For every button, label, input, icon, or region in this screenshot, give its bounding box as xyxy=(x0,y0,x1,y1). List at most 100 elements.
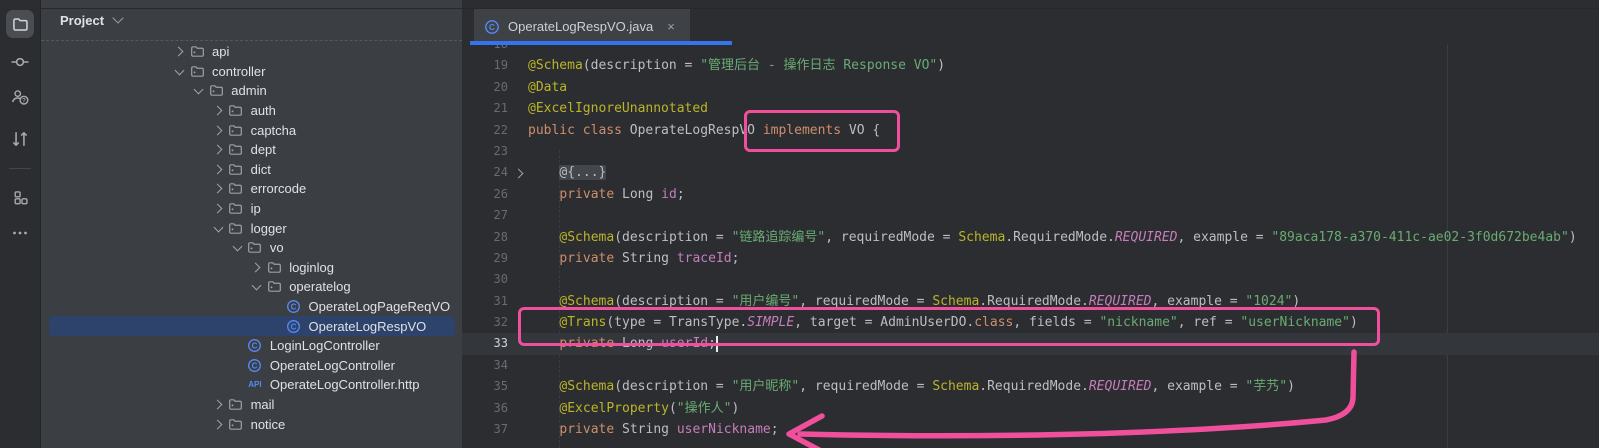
line-number[interactable]: 21 xyxy=(462,98,508,119)
folded-region-chip[interactable]: @{...} xyxy=(559,165,606,180)
line-number[interactable]: 28 xyxy=(462,227,508,248)
folder-icon xyxy=(228,396,244,412)
tree-item-mail[interactable]: mail xyxy=(49,395,455,415)
tree-item-operatelogcontroller-http[interactable]: APIOperateLogController.http xyxy=(49,375,455,395)
tab-operatelogrespvo[interactable]: C OperateLogRespVO.java × xyxy=(474,8,690,45)
chevron-down-icon[interactable] xyxy=(232,242,242,252)
stripe-divider xyxy=(9,168,31,169)
line-number[interactable]: 31 xyxy=(462,291,508,312)
line-number[interactable]: 27 xyxy=(462,205,508,226)
code-line-21[interactable]: 21 @ExcelIgnoreUnannotated xyxy=(462,98,1599,119)
code-line-28[interactable]: 28@Schema(description = "链路追踪编号", requir… xyxy=(462,227,1599,248)
tree-item-operatelogcontroller[interactable]: COperateLogController xyxy=(49,356,455,376)
code-line-23[interactable]: 23 xyxy=(462,141,1599,162)
code-text: private String traceId; xyxy=(528,248,1599,269)
chevron-right-icon[interactable] xyxy=(212,419,222,429)
svg-text:C: C xyxy=(252,342,258,351)
code-with-me-icon[interactable]: ? xyxy=(6,83,34,111)
chevron-right-icon[interactable] xyxy=(212,400,222,410)
commit-icon[interactable] xyxy=(6,48,34,76)
tree-item-dept[interactable]: dept xyxy=(49,140,455,160)
chevron-right-icon[interactable] xyxy=(212,125,222,135)
editor-tab-bar: C OperateLogRespVO.java × xyxy=(462,0,1599,45)
chevron-down-icon[interactable] xyxy=(252,281,262,291)
chevron-right-icon[interactable] xyxy=(212,204,222,214)
line-number[interactable]: 34 xyxy=(462,355,508,376)
chevron-down-icon[interactable] xyxy=(175,65,185,75)
tree-item-auth[interactable]: auth xyxy=(49,101,455,121)
line-number[interactable]: 24 xyxy=(462,162,508,183)
code-line-29[interactable]: 29 private String traceId; xyxy=(462,248,1599,269)
tree-item-operatelog[interactable]: operatelog xyxy=(49,277,455,297)
code-line-32[interactable]: 32@Trans(type = TransType.SIMPLE, target… xyxy=(462,312,1599,333)
tree-item-logger[interactable]: logger xyxy=(49,218,455,238)
code-line-35[interactable]: 35@Schema(description = "用户昵称", required… xyxy=(462,376,1599,397)
tree-item-loginlogcontroller[interactable]: C LoginLogController xyxy=(49,336,455,356)
chevron-right-icon[interactable] xyxy=(212,145,222,155)
code-line-34[interactable]: 34 xyxy=(462,355,1599,376)
line-number[interactable]: 20 xyxy=(462,77,508,98)
code-line-27[interactable]: 27 xyxy=(462,205,1599,226)
code-line-22[interactable]: 22public class OperateLogRespVO implemen… xyxy=(462,120,1599,141)
chevron-right-icon[interactable] xyxy=(251,262,261,272)
chevron-right-icon[interactable] xyxy=(212,106,222,116)
folder-icon xyxy=(189,44,205,60)
code-text: @ExcelIgnoreUnannotated xyxy=(528,98,1599,119)
tree-item-vo[interactable]: vo xyxy=(49,238,455,258)
code-line-26[interactable]: 26 private Long id; xyxy=(462,184,1599,205)
line-number[interactable]: 37 xyxy=(462,419,508,440)
tree-item-operatelogrespvo[interactable]: COperateLogRespVO xyxy=(49,316,455,336)
tree-item-label: dept xyxy=(251,142,276,157)
tree-item-api[interactable]: api xyxy=(49,42,455,62)
line-number[interactable]: 32 xyxy=(462,312,508,333)
line-number[interactable]: 35 xyxy=(462,376,508,397)
line-number[interactable]: 33 xyxy=(462,333,508,354)
code-text: @{...} xyxy=(528,162,1599,183)
code-line-37[interactable]: 37private String userNickname; xyxy=(462,419,1599,440)
line-number[interactable]: 23 xyxy=(462,141,508,162)
code-line-18[interactable]: 18 xyxy=(462,45,1599,55)
code-area[interactable]: 1819@Schema(description = "管理后台 - 操作日志 R… xyxy=(462,45,1599,448)
editor: C OperateLogRespVO.java × 1819@Schema(de… xyxy=(462,0,1599,448)
chevron-down-icon[interactable] xyxy=(194,85,204,95)
line-number[interactable]: 22 xyxy=(462,120,508,141)
folder-icon xyxy=(228,103,244,119)
folder-icon xyxy=(228,142,244,158)
more-icon[interactable] xyxy=(6,219,34,247)
structure-icon[interactable] xyxy=(6,183,34,211)
tree-item-dict[interactable]: dict xyxy=(49,160,455,180)
code-line-30[interactable]: 30 xyxy=(462,269,1599,290)
code-line-20[interactable]: 20@Data xyxy=(462,77,1599,98)
tree-item-loginlog[interactable]: loginlog xyxy=(49,258,455,278)
project-folder-icon[interactable] xyxy=(6,10,34,38)
tree-item-ip[interactable]: ip xyxy=(49,199,455,219)
chevron-right-icon[interactable] xyxy=(174,47,184,57)
tree-item-captcha[interactable]: captcha xyxy=(49,120,455,140)
pull-requests-icon[interactable] xyxy=(6,125,34,153)
tree-item-label: LoginLogController xyxy=(270,338,380,353)
code-line-31[interactable]: 31@Schema(description = "用户编号", required… xyxy=(462,291,1599,312)
code-line-24[interactable]: 24 @{...} xyxy=(462,162,1599,183)
line-number[interactable]: 18 xyxy=(462,45,508,55)
line-number[interactable]: 36 xyxy=(462,398,508,419)
tree-item-operatelogpagereqvo[interactable]: COperateLogPageReqVO xyxy=(49,297,455,317)
chevron-down-icon[interactable] xyxy=(213,222,223,232)
code-line-19[interactable]: 19@Schema(description = "管理后台 - 操作日志 Res… xyxy=(462,55,1599,76)
line-number[interactable]: 19 xyxy=(462,55,508,76)
code-line-33[interactable]: 33private Long userId; xyxy=(462,333,1599,354)
tree-item-label: OperateLogPageReqVO xyxy=(309,299,451,314)
line-number[interactable]: 30 xyxy=(462,269,508,290)
tree-item-errorcode[interactable]: errorcode xyxy=(49,179,455,199)
close-icon[interactable]: × xyxy=(667,20,675,33)
tree-item-admin[interactable]: admin xyxy=(49,81,455,101)
chevron-right-icon[interactable] xyxy=(212,164,222,174)
tree-item-controller[interactable]: controller xyxy=(49,62,455,82)
line-number[interactable]: 26 xyxy=(462,184,508,205)
chevron-right-icon[interactable] xyxy=(212,184,222,194)
code-text: private Long id; xyxy=(528,184,1599,205)
fold-chevron-icon[interactable] xyxy=(513,168,523,178)
code-line-36[interactable]: 36@ExcelProperty("操作人") xyxy=(462,398,1599,419)
line-number[interactable]: 29 xyxy=(462,248,508,269)
project-panel-header[interactable]: Project xyxy=(41,0,462,41)
tree-item-notice[interactable]: notice xyxy=(49,414,455,434)
